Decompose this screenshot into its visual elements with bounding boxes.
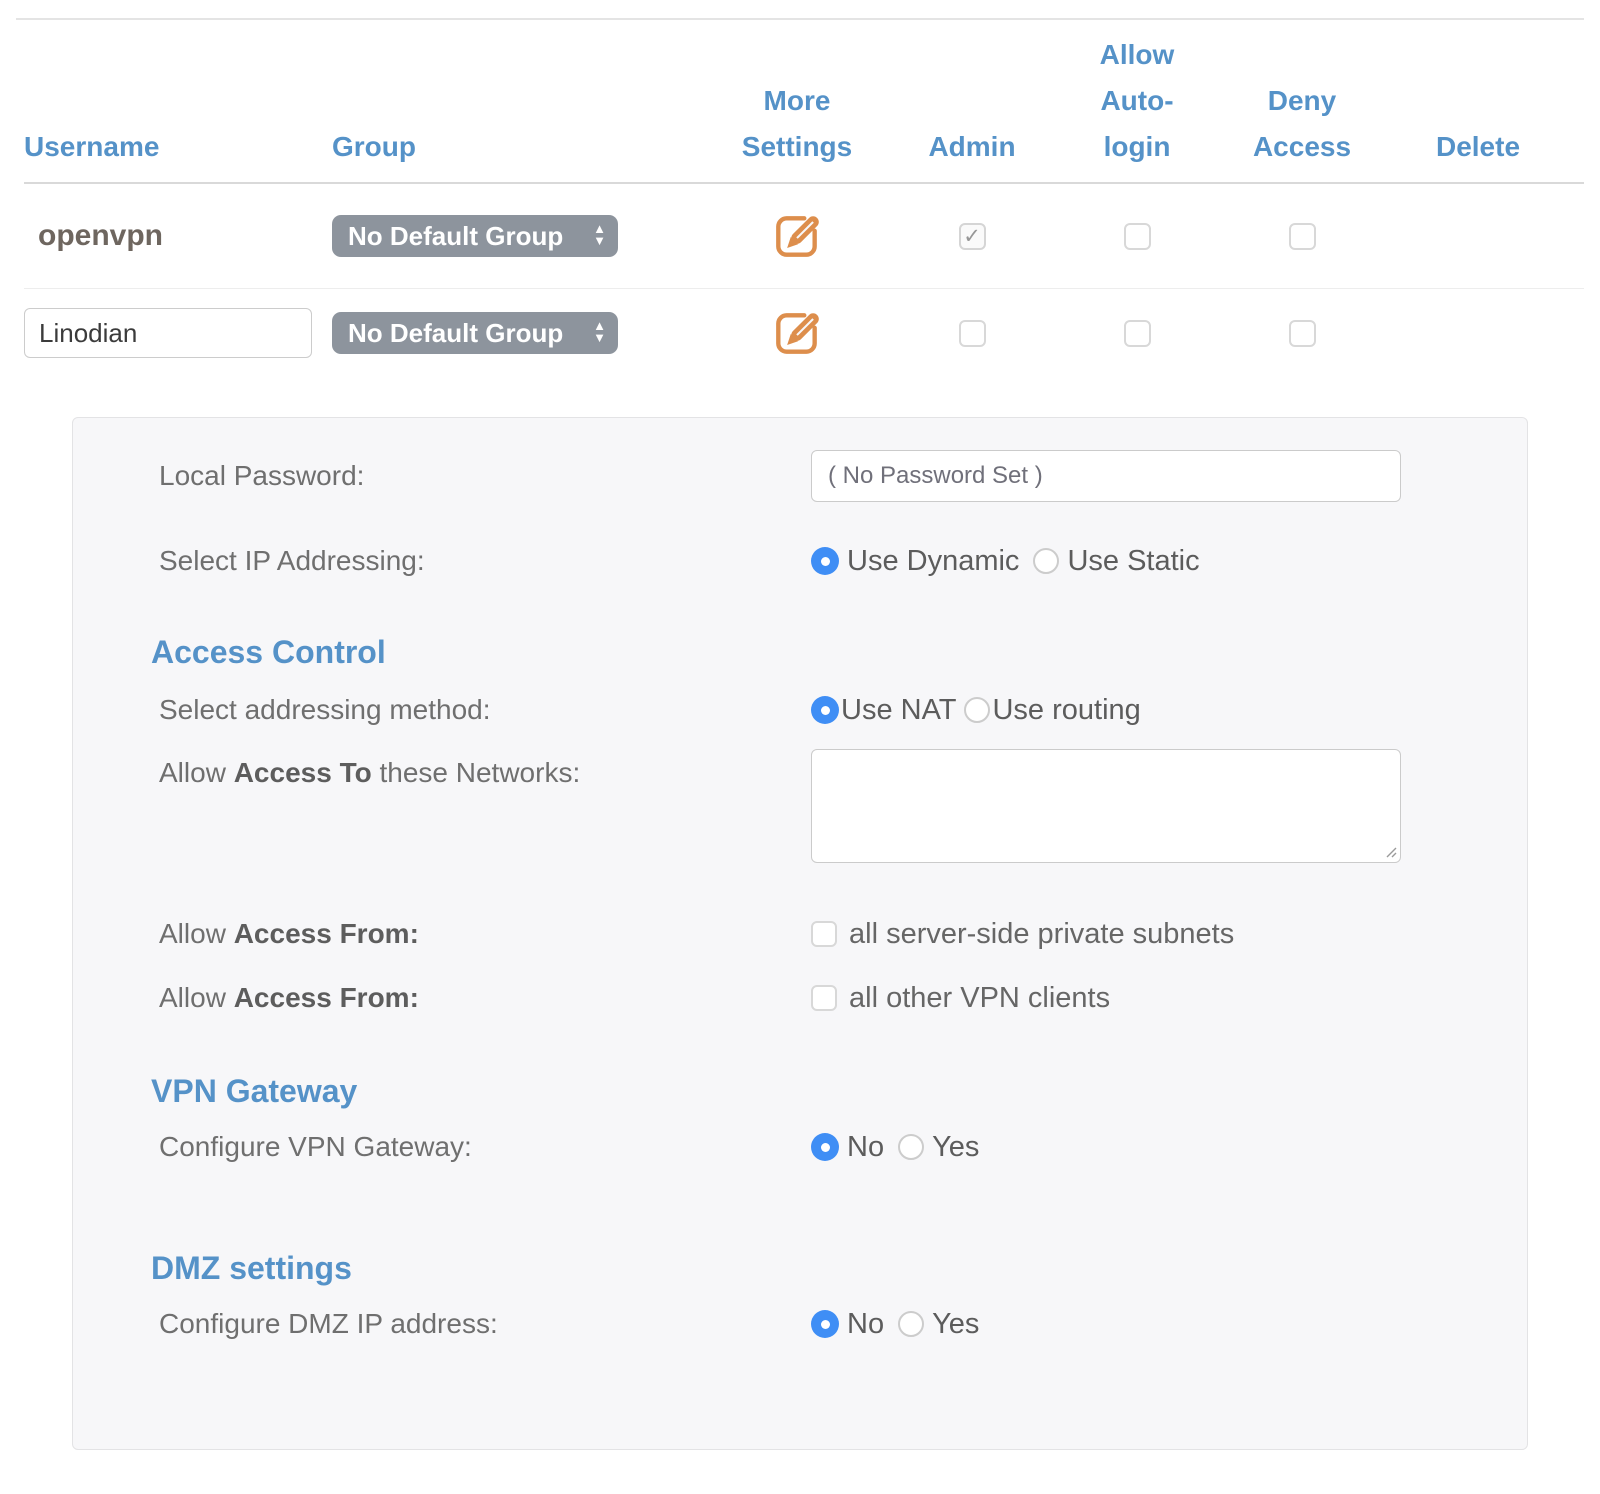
checkmark-icon: ✓ bbox=[963, 226, 981, 247]
access-from-label: Allow Access From: bbox=[159, 982, 811, 1014]
access-from-label: Allow Access From: bbox=[159, 918, 811, 950]
column-header-deny-access: Deny Access bbox=[1212, 78, 1392, 170]
select-arrows-icon: ▲ ▼ bbox=[593, 224, 606, 248]
access-to-networks-row: Allow Access To these Networks: bbox=[159, 749, 1527, 863]
radio-use-static[interactable]: Use Static bbox=[1033, 545, 1199, 578]
group-select-value: No Default Group bbox=[348, 221, 563, 252]
select-arrows-icon: ▲ ▼ bbox=[593, 321, 606, 345]
access-from-subnets-checkbox[interactable]: ✓ bbox=[811, 921, 837, 947]
group-select[interactable]: No Default Group ▲ ▼ bbox=[332, 312, 618, 354]
radio-dmz-yes[interactable]: Yes bbox=[898, 1308, 979, 1341]
radio-icon bbox=[898, 1134, 924, 1160]
radio-dmz-no[interactable]: No bbox=[811, 1308, 884, 1341]
configure-vpn-gateway-label: Configure VPN Gateway: bbox=[159, 1131, 811, 1163]
admin-checkbox[interactable]: ✓ bbox=[959, 223, 986, 250]
access-from-clients-checkbox[interactable]: ✓ bbox=[811, 985, 837, 1011]
table-row: No Default Group ▲ ▼ bbox=[24, 289, 1584, 377]
username-input[interactable] bbox=[24, 308, 312, 358]
radio-icon bbox=[811, 1310, 839, 1338]
local-password-label: Local Password: bbox=[159, 460, 811, 492]
group-select[interactable]: No Default Group ▲ ▼ bbox=[332, 215, 618, 257]
configure-dmz-row: Configure DMZ IP address: No Yes bbox=[159, 1305, 1527, 1343]
radio-icon bbox=[811, 1133, 839, 1161]
radio-vpn-gateway-no[interactable]: No bbox=[811, 1131, 884, 1164]
radio-icon bbox=[811, 696, 839, 724]
access-from-subnets-row: Allow Access From: ✓ all server-side pri… bbox=[159, 915, 1527, 953]
allow-autologin-checkbox[interactable]: ✓ bbox=[1124, 223, 1151, 250]
ip-addressing-row: Select IP Addressing: Use Dynamic Use St… bbox=[159, 542, 1527, 580]
admin-checkbox[interactable]: ✓ bbox=[959, 320, 986, 347]
table-row: openvpn No Default Group ▲ ▼ bbox=[24, 184, 1584, 289]
ip-addressing-label: Select IP Addressing: bbox=[159, 545, 811, 577]
radio-use-dynamic[interactable]: Use Dynamic bbox=[811, 545, 1019, 578]
column-header-delete: Delete bbox=[1392, 124, 1564, 170]
radio-use-routing[interactable]: Use routing bbox=[964, 694, 1140, 727]
group-select-value: No Default Group bbox=[348, 318, 563, 349]
column-header-admin: Admin bbox=[882, 124, 1062, 170]
access-from-subnets-option: ✓ all server-side private subnets bbox=[811, 918, 1234, 951]
allow-autologin-checkbox[interactable]: ✓ bbox=[1124, 320, 1151, 347]
deny-access-checkbox[interactable]: ✓ bbox=[1289, 320, 1316, 347]
addressing-method-label: Select addressing method: bbox=[159, 694, 811, 726]
user-settings-panel: Local Password: Select IP Addressing: Us… bbox=[72, 417, 1528, 1450]
radio-icon bbox=[811, 547, 839, 575]
radio-vpn-gateway-yes[interactable]: Yes bbox=[898, 1131, 979, 1164]
more-settings-edit-button[interactable] bbox=[770, 209, 824, 263]
column-header-username: Username bbox=[24, 124, 332, 170]
edit-pencil-icon bbox=[770, 348, 824, 363]
addressing-method-row: Select addressing method: Use NAT Use ro… bbox=[159, 691, 1527, 729]
vpn-gateway-radio-group: No Yes bbox=[811, 1131, 979, 1164]
access-from-clients-option: ✓ all other VPN clients bbox=[811, 982, 1110, 1015]
configure-vpn-gateway-row: Configure VPN Gateway: No Yes bbox=[159, 1128, 1527, 1166]
access-control-heading: Access Control bbox=[151, 634, 1527, 671]
username-text: openvpn bbox=[24, 219, 332, 253]
column-header-allow-autologin: Allow Auto- login bbox=[1062, 32, 1212, 170]
ip-addressing-radio-group: Use Dynamic Use Static bbox=[811, 545, 1200, 578]
dmz-settings-heading: DMZ settings bbox=[151, 1250, 1527, 1287]
edit-pencil-icon bbox=[770, 251, 824, 266]
local-password-input[interactable] bbox=[811, 450, 1401, 502]
radio-icon bbox=[898, 1311, 924, 1337]
user-permissions-table: Username Group More Settings Admin Allow… bbox=[24, 20, 1584, 377]
access-from-clients-checkbox-label: all other VPN clients bbox=[849, 982, 1110, 1015]
radio-icon bbox=[964, 697, 990, 723]
deny-access-checkbox[interactable]: ✓ bbox=[1289, 223, 1316, 250]
configure-dmz-label: Configure DMZ IP address: bbox=[159, 1308, 811, 1340]
access-from-subnets-checkbox-label: all server-side private subnets bbox=[849, 918, 1234, 951]
column-header-group: Group bbox=[332, 124, 712, 170]
access-to-networks-label: Allow Access To these Networks: bbox=[159, 749, 811, 789]
local-password-row: Local Password: bbox=[159, 450, 1527, 502]
access-from-clients-row: Allow Access From: ✓ all other VPN clien… bbox=[159, 979, 1527, 1017]
radio-use-nat[interactable]: Use NAT bbox=[811, 694, 956, 727]
vpn-gateway-heading: VPN Gateway bbox=[151, 1073, 1527, 1110]
dmz-radio-group: No Yes bbox=[811, 1308, 979, 1341]
table-header-row: Username Group More Settings Admin Allow… bbox=[24, 20, 1584, 184]
addressing-method-radio-group: Use NAT Use routing bbox=[811, 694, 1141, 727]
access-to-networks-textarea[interactable] bbox=[811, 749, 1401, 863]
radio-icon bbox=[1033, 548, 1059, 574]
more-settings-edit-button[interactable] bbox=[770, 306, 824, 360]
column-header-more-settings: More Settings bbox=[712, 78, 882, 170]
